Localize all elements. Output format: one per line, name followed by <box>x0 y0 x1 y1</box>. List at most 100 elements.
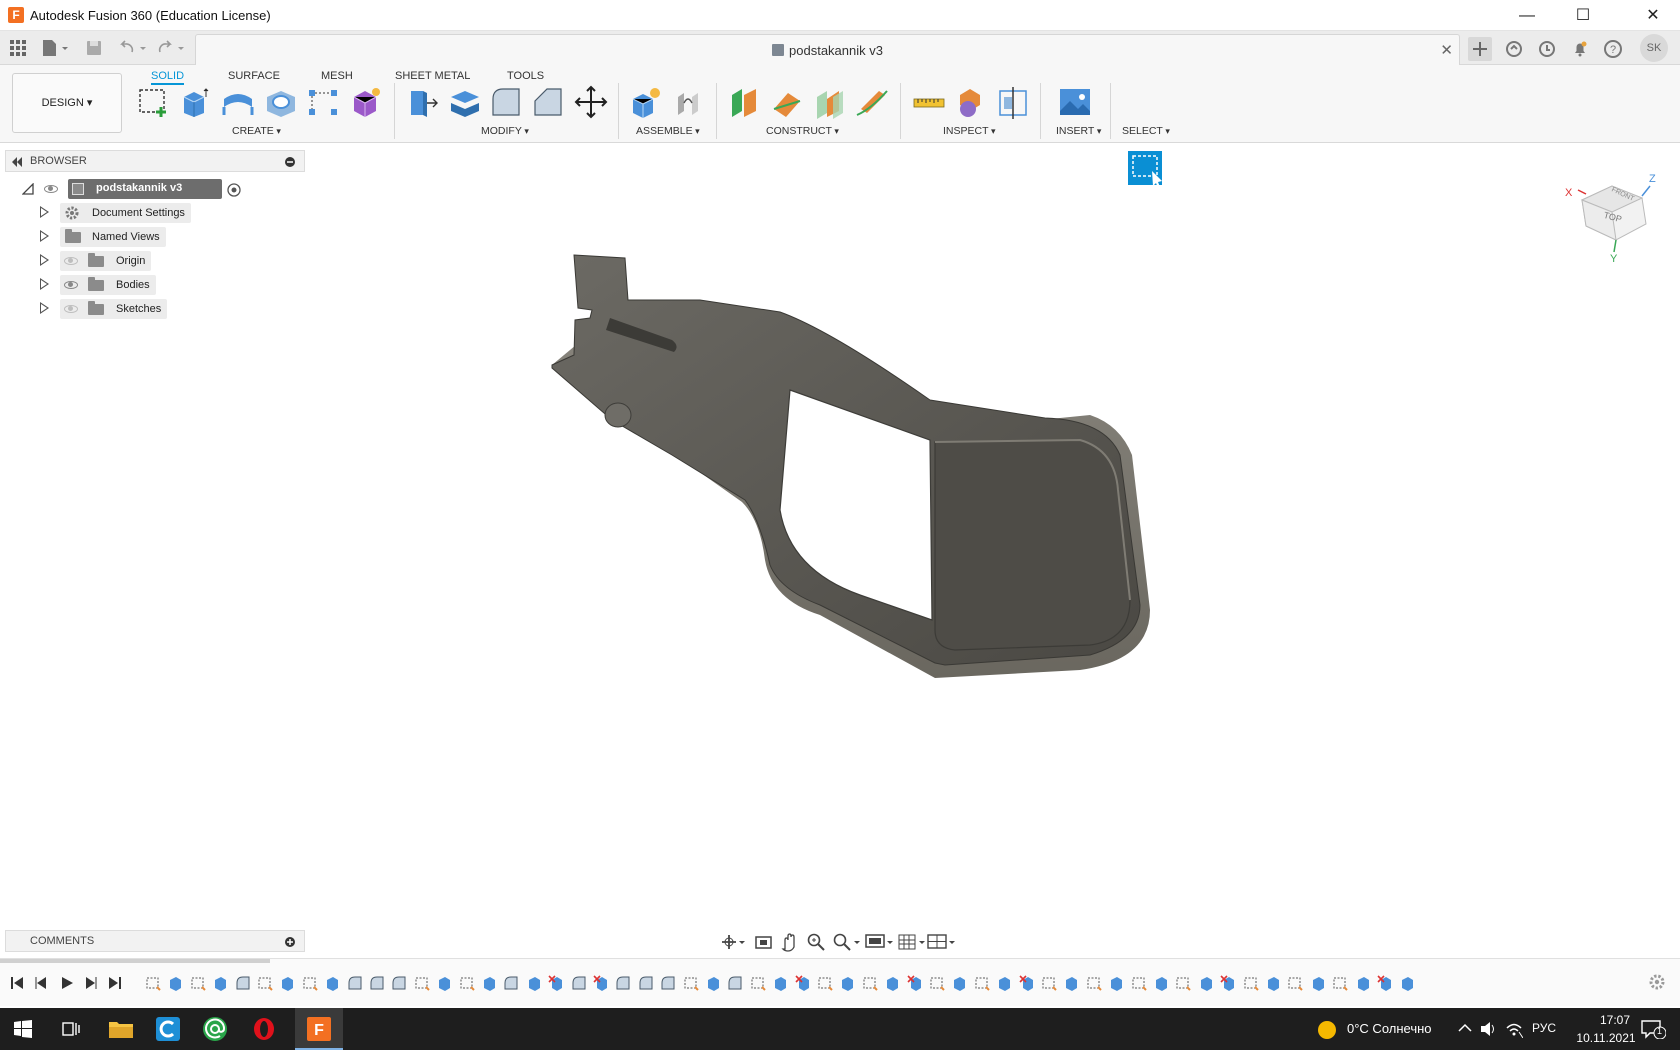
timeline-extrude-icon[interactable] <box>1198 975 1214 991</box>
timeline-extrude-icon[interactable] <box>772 975 788 991</box>
browser-item-origin[interactable]: Origin <box>40 251 180 271</box>
timeline-cut-icon[interactable] <box>1377 975 1393 991</box>
plane-along-path-icon[interactable] <box>855 85 889 119</box>
workspace-switcher[interactable]: DESIGN ▾ <box>12 73 122 133</box>
expand-arrow-icon[interactable] <box>40 254 49 266</box>
offset-face-icon[interactable] <box>447 85 481 119</box>
timeline-fillet-icon[interactable] <box>503 975 519 991</box>
notifications-icon[interactable] <box>1568 37 1592 61</box>
volume-icon[interactable] <box>1479 1020 1497 1038</box>
timeline-sketch-icon[interactable] <box>683 975 699 991</box>
interference-icon[interactable] <box>954 85 988 119</box>
action-center-icon[interactable] <box>1640 1019 1666 1039</box>
timeline-sketch-icon[interactable] <box>862 975 878 991</box>
timeline-extrude-icon[interactable] <box>884 975 900 991</box>
look-at-icon[interactable] <box>754 932 774 952</box>
select-menu[interactable]: SELECT <box>1122 125 1170 137</box>
timeline-cut-icon[interactable] <box>907 975 923 991</box>
file-menu-icon[interactable] <box>42 39 70 57</box>
timeline-sketch-icon[interactable] <box>1175 975 1192 991</box>
collapse-panel-icon[interactable] <box>11 157 23 167</box>
save-icon[interactable] <box>86 40 102 56</box>
opera-browser-icon[interactable] <box>252 1017 276 1041</box>
undo-icon[interactable] <box>118 40 148 56</box>
timeline-extrude-icon[interactable] <box>481 975 497 991</box>
user-avatar[interactable]: SK <box>1640 34 1668 62</box>
timeline-extrude-icon[interactable] <box>996 975 1012 991</box>
close-tab-button[interactable]: ✕ <box>1440 41 1453 59</box>
timeline-sketch-icon[interactable] <box>1243 975 1259 991</box>
modify-menu[interactable]: MODIFY <box>481 125 529 137</box>
timeline-sketch-icon[interactable] <box>414 975 430 991</box>
revolve-icon[interactable] <box>220 85 254 119</box>
ccleaner-icon[interactable] <box>156 1017 180 1041</box>
timeline-fillet-icon[interactable] <box>391 975 407 991</box>
timeline-sketch-icon[interactable] <box>1131 975 1147 991</box>
input-language[interactable]: РУС <box>1532 1021 1556 1035</box>
visibility-eye-off-icon[interactable] <box>64 257 78 265</box>
measure-icon[interactable] <box>912 85 946 119</box>
fillet-icon[interactable] <box>489 85 523 119</box>
weather-sun-icon[interactable] <box>1317 1020 1337 1040</box>
network-wifi-icon[interactable] <box>1505 1020 1523 1038</box>
new-component-icon[interactable] <box>629 85 663 119</box>
timeline-extrude-icon[interactable] <box>1153 975 1169 991</box>
hole-icon[interactable] <box>263 85 297 119</box>
model-viewport[interactable] <box>540 245 1160 685</box>
timeline-extrude-icon[interactable] <box>1310 975 1326 991</box>
viewports-icon[interactable] <box>927 932 957 952</box>
browser-root-row[interactable]: podstakannik v3 <box>22 179 252 199</box>
display-settings-icon[interactable] <box>865 932 895 952</box>
expand-collapse-icon[interactable] <box>22 183 34 195</box>
timeline-sketch-icon[interactable] <box>974 975 990 991</box>
visibility-eye-icon[interactable] <box>44 185 58 193</box>
timeline-first-icon[interactable] <box>10 976 24 990</box>
new-tab-button[interactable] <box>1468 37 1492 61</box>
timeline-sketch-icon[interactable] <box>190 975 206 991</box>
timeline-extrude-icon[interactable] <box>705 975 721 991</box>
close-window-button[interactable]: ✕ <box>1630 0 1676 31</box>
timeline-settings-gear-icon[interactable] <box>1648 973 1666 991</box>
timeline-fillet-icon[interactable] <box>638 975 654 991</box>
minimize-button[interactable]: — <box>1504 0 1550 31</box>
timeline-next-icon[interactable] <box>84 976 98 990</box>
timeline-fillet-icon[interactable] <box>347 975 363 991</box>
timeline-extrude-icon[interactable] <box>1355 975 1371 991</box>
tab-solid[interactable]: SOLID <box>151 67 185 85</box>
visibility-eye-icon[interactable] <box>64 281 78 289</box>
redo-icon[interactable] <box>158 40 188 56</box>
zoom-icon[interactable] <box>806 932 828 952</box>
timeline-cut-icon[interactable] <box>1220 975 1236 991</box>
extensions-icon[interactable] <box>1502 37 1526 61</box>
viewcube[interactable]: TOP FRONT X Z Y <box>1560 160 1670 270</box>
timeline-last-icon[interactable] <box>108 976 122 990</box>
expand-arrow-icon[interactable] <box>40 302 49 314</box>
mail-agent-icon[interactable] <box>203 1017 227 1041</box>
visibility-eye-off-icon[interactable] <box>64 305 78 313</box>
browser-item-named-views[interactable]: Named Views <box>40 227 200 247</box>
tab-sheet-metal[interactable]: SHEET METAL <box>395 67 470 85</box>
expand-arrow-icon[interactable] <box>40 278 49 290</box>
timeline-extrude-icon[interactable] <box>1399 975 1415 991</box>
timeline-sketch-icon[interactable] <box>302 975 318 991</box>
timeline-extrude-icon[interactable] <box>167 975 183 991</box>
create-form-icon[interactable] <box>348 85 382 119</box>
plane-at-angle-icon[interactable] <box>770 85 804 119</box>
timeline-extrude-icon[interactable] <box>279 975 295 991</box>
create-sketch-icon[interactable] <box>137 85 171 119</box>
timeline-sketch-icon[interactable] <box>1287 975 1304 991</box>
select-icon[interactable] <box>1128 151 1162 185</box>
timeline-fillet-icon[interactable] <box>660 975 676 991</box>
timeline-extrude-icon[interactable] <box>526 975 542 991</box>
timeline-extrude-icon[interactable] <box>1265 975 1281 991</box>
fusion-taskbar-button[interactable]: F <box>295 1008 343 1050</box>
expand-arrow-icon[interactable] <box>40 230 49 242</box>
task-view-icon[interactable] <box>62 1020 80 1038</box>
offset-plane-icon[interactable] <box>728 85 762 119</box>
grid-settings-icon[interactable] <box>897 932 927 952</box>
help-icon[interactable]: ? <box>1601 37 1625 61</box>
browser-item-bodies[interactable]: Bodies <box>40 275 180 295</box>
tab-mesh[interactable]: MESH <box>321 67 353 85</box>
timeline-sketch-icon[interactable] <box>750 975 766 991</box>
add-comment-icon[interactable] <box>284 936 296 948</box>
